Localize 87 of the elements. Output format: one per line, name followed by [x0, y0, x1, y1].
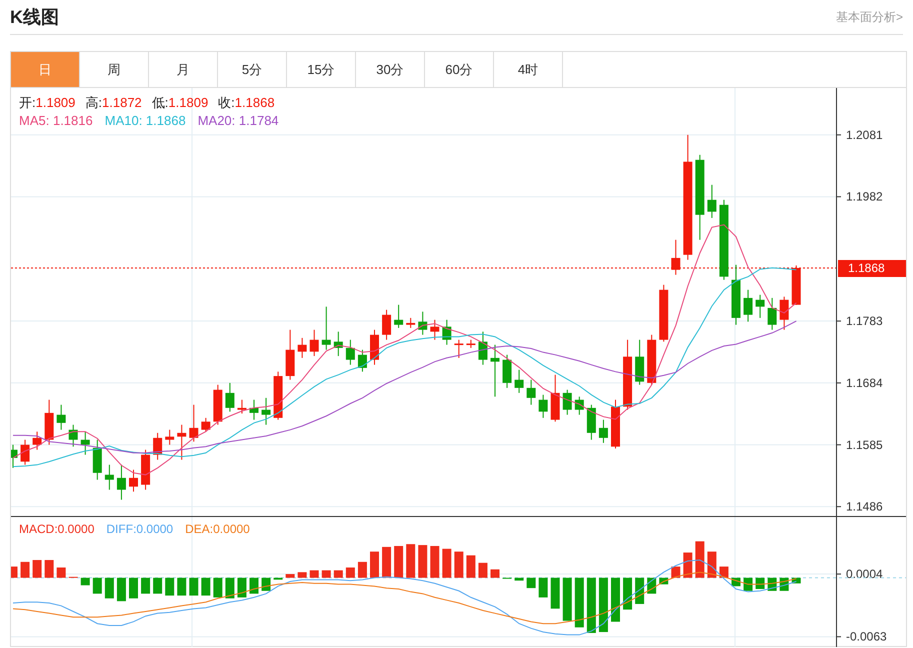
- page-title: K线图: [10, 6, 59, 29]
- candlestick: [659, 284, 668, 342]
- candlestick: [406, 318, 416, 328]
- axis-label: 1.2081: [846, 128, 883, 142]
- legend-entry: DEA:0.0000: [185, 521, 250, 538]
- legend-entry: DIFF:0.0000: [106, 521, 174, 538]
- candlestick: [550, 374, 560, 422]
- legend-entry: MA10: 1.1868: [104, 112, 186, 130]
- candlestick: [225, 382, 234, 412]
- candlestick: [574, 396, 584, 415]
- quote-value: 1.1868: [234, 94, 275, 112]
- candlestick: [792, 265, 801, 305]
- candlestick: [526, 380, 536, 405]
- candlestick: [671, 240, 680, 275]
- candlestick: [310, 330, 319, 356]
- candlestick: [213, 384, 222, 425]
- candlestick: [707, 184, 716, 218]
- axis-label: 1.1684: [846, 376, 883, 390]
- axis-label: 1.1585: [846, 438, 883, 452]
- quote-value: 1.1809: [36, 94, 76, 112]
- candlestick: [322, 306, 331, 350]
- candlestick: [129, 470, 138, 492]
- candlestick: [586, 404, 596, 440]
- axis-label: 1.1982: [846, 190, 883, 204]
- candlestick: [165, 430, 174, 445]
- candlestick: [394, 304, 404, 328]
- price-tag: 1.1868: [838, 260, 906, 277]
- quote-label: 开:: [19, 94, 36, 112]
- candlestick: [370, 330, 379, 365]
- quote-label: 收:: [218, 94, 235, 112]
- quote-label: 高:: [85, 94, 102, 112]
- legend-entry: MA20: 1.1784: [198, 112, 279, 130]
- candlestick: [56, 404, 66, 430]
- candlestick: [346, 340, 355, 365]
- legend-entry: MA5: 1.1816: [19, 112, 93, 130]
- candlestick: [382, 310, 392, 340]
- legend-entry: MACD:0.0000: [19, 521, 94, 538]
- candlestick: [514, 370, 524, 393]
- candlestick: [768, 298, 777, 330]
- candlestick: [780, 296, 789, 330]
- candlestick: [756, 294, 765, 318]
- candlestick: [478, 332, 488, 365]
- candlestick: [237, 400, 246, 414]
- candlestick: [274, 372, 283, 420]
- candlestick: [262, 398, 271, 425]
- candlestick: [647, 334, 656, 385]
- candlestick: [11, 444, 18, 468]
- candlestick: [623, 340, 632, 410]
- candlestick: [635, 340, 644, 385]
- axis-label: -0.0063: [846, 630, 887, 644]
- candlestick: [490, 344, 500, 397]
- candlestick: [189, 404, 198, 442]
- candlestick: [358, 350, 367, 372]
- candlestick: [104, 464, 114, 490]
- candlestick: [744, 290, 753, 322]
- candlestick: [538, 394, 548, 418]
- candlestick: [20, 440, 30, 465]
- candlestick: [502, 354, 512, 388]
- candlestick: [32, 432, 42, 450]
- candlestick: [250, 400, 258, 420]
- candlestick: [430, 320, 440, 340]
- candlestick: [141, 450, 150, 490]
- candlestick: [442, 320, 452, 345]
- candlestick: [201, 418, 210, 432]
- candlestick: [153, 432, 162, 460]
- axis-label: 0.0004: [846, 567, 883, 582]
- candlestick: [466, 340, 476, 348]
- candlestick: [334, 332, 343, 356]
- candlestick: [611, 400, 620, 449]
- candlestick: [44, 400, 54, 445]
- candlestick: [177, 424, 186, 460]
- candlestick: [80, 432, 90, 455]
- candlestick: [68, 424, 78, 447]
- candlestick: [92, 440, 102, 480]
- quote-value: 1.1809: [168, 94, 208, 112]
- axis-label: 1.1486: [846, 500, 883, 514]
- candlestick: [598, 420, 608, 443]
- candlestick: [286, 330, 295, 380]
- candlestick: [116, 464, 126, 500]
- axis-label: 1.1783: [846, 314, 883, 328]
- candlestick: [454, 340, 464, 358]
- quote-label: 低:: [152, 94, 168, 112]
- candlestick: [732, 264, 740, 325]
- candlestick: [418, 312, 428, 335]
- quote-value: 1.1872: [102, 94, 142, 112]
- candlestick: [562, 390, 572, 415]
- candlestick: [298, 338, 307, 358]
